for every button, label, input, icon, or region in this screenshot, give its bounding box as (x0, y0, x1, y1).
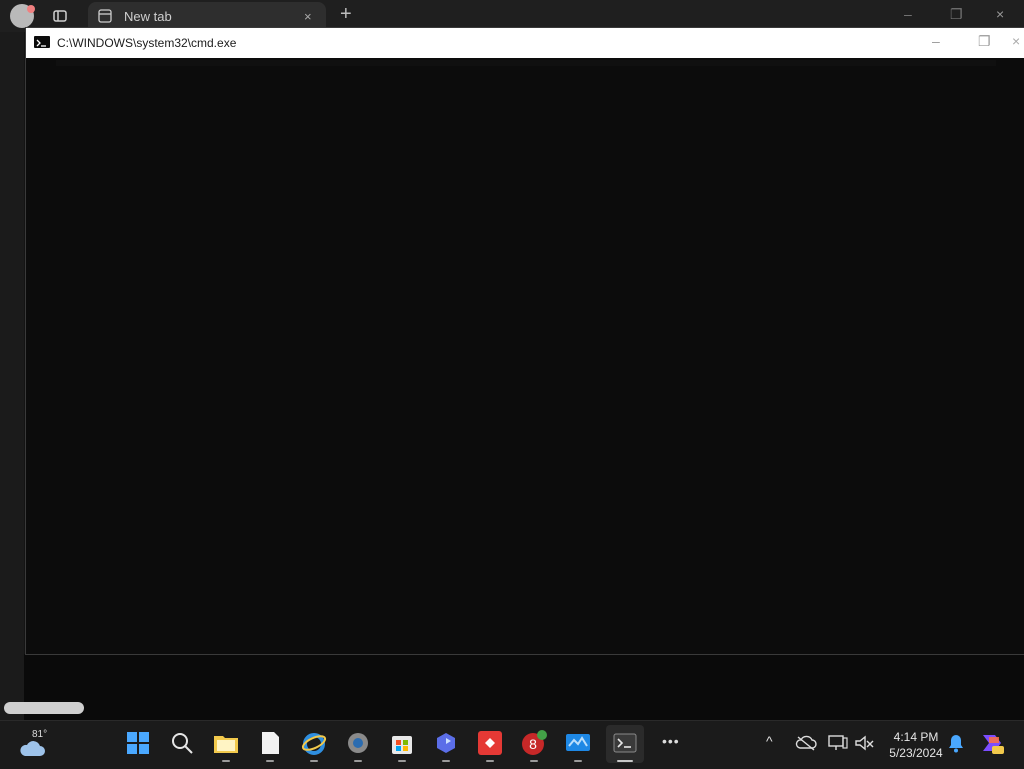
more-apps-button[interactable]: ••• (662, 733, 680, 749)
copilot-pre-icon (983, 735, 1004, 754)
start-button[interactable] (124, 729, 152, 757)
eight-app-button[interactable]: 8 (520, 729, 548, 762)
running-indicator (574, 760, 582, 762)
browser-sidebar (0, 32, 24, 720)
monitor-app-button[interactable] (564, 729, 592, 762)
search-icon (172, 733, 193, 754)
file-explorer-icon (214, 736, 238, 753)
running-indicator (354, 760, 362, 762)
notifications-button[interactable] (942, 729, 970, 757)
clock-time: 4:14 PM (893, 730, 939, 744)
new-tab-icon (98, 9, 112, 23)
start-icon (127, 732, 149, 754)
store-icon (392, 736, 412, 754)
cmd-close-button[interactable]: × (1012, 33, 1020, 49)
internet-explorer-button[interactable] (300, 729, 328, 762)
terminal-icon (613, 733, 637, 753)
running-indicator (486, 760, 494, 762)
onedrive-status[interactable] (792, 729, 820, 757)
cmd-title-bar[interactable]: C:\WINDOWS\system32\cmd.exe – ❐ × (26, 28, 1024, 58)
monitor-icon (566, 734, 590, 751)
browser-minimize-button[interactable]: – (904, 6, 912, 22)
taskbar: 81° 8 ••• ^ 4:14 PM 5/23/2024 (0, 720, 1024, 769)
notepad-icon (262, 732, 279, 754)
running-indicator (398, 760, 406, 762)
anydesk-button[interactable] (476, 729, 504, 762)
cmd-app-icon (34, 36, 50, 48)
settings-icon (348, 733, 368, 753)
cmd-window: C:\WINDOWS\system32\cmd.exe – ❐ × (25, 27, 1024, 655)
display-network-icon (828, 735, 848, 750)
running-indicator-active (617, 760, 633, 762)
volume-status[interactable] (850, 729, 878, 757)
browser-close-button[interactable]: × (996, 6, 1004, 22)
cmd-maximize-button[interactable]: ❐ (978, 33, 991, 50)
store-button[interactable] (388, 729, 416, 762)
copilot-button[interactable] (432, 729, 460, 762)
settings-button[interactable] (344, 729, 372, 762)
running-indicator (530, 760, 538, 762)
clock-date: 5/23/2024 (889, 746, 943, 760)
running-indicator (310, 760, 318, 762)
cmd-title-text: C:\WINDOWS\system32\cmd.exe (57, 36, 237, 50)
profile-notification-dot (27, 5, 35, 13)
notepad-button[interactable] (256, 729, 284, 762)
weather-widget[interactable]: 81° (18, 729, 58, 763)
running-indicator (222, 760, 230, 762)
internet-explorer-icon (301, 733, 327, 755)
svg-text:8: 8 (529, 736, 537, 752)
network-status[interactable] (824, 729, 852, 757)
cloud-icon (20, 741, 45, 756)
tab-actions-icon[interactable] (52, 8, 68, 24)
tab-close-icon[interactable]: × (304, 9, 312, 24)
running-indicator (266, 760, 274, 762)
copilot-icon (437, 733, 455, 753)
browser-content-bottom (24, 654, 1024, 720)
browser-restore-button[interactable]: ❐ (950, 6, 963, 23)
eight-icon: 8 (522, 730, 547, 755)
browser-tab[interactable]: New tab × (88, 2, 326, 30)
new-tab-button[interactable]: + (340, 3, 352, 26)
volume-muted-icon (855, 735, 874, 751)
running-indicator (442, 760, 450, 762)
terminal-button[interactable] (611, 729, 639, 762)
copilot-pre-button[interactable] (978, 729, 1006, 757)
clock[interactable]: 4:14 PM 5/23/2024 (886, 729, 946, 761)
bell-icon (949, 735, 963, 753)
cmd-console-area[interactable] (56, 60, 996, 66)
show-hidden-icons-button[interactable]: ^ (766, 733, 773, 749)
search-button[interactable] (168, 729, 196, 757)
horizontal-scrollbar[interactable] (4, 702, 84, 714)
cmd-minimize-button[interactable]: – (932, 33, 940, 49)
cloud-offline-icon (795, 735, 817, 751)
anydesk-icon (478, 731, 502, 755)
tab-title: New tab (124, 9, 172, 24)
file-explorer-button[interactable] (212, 729, 240, 762)
